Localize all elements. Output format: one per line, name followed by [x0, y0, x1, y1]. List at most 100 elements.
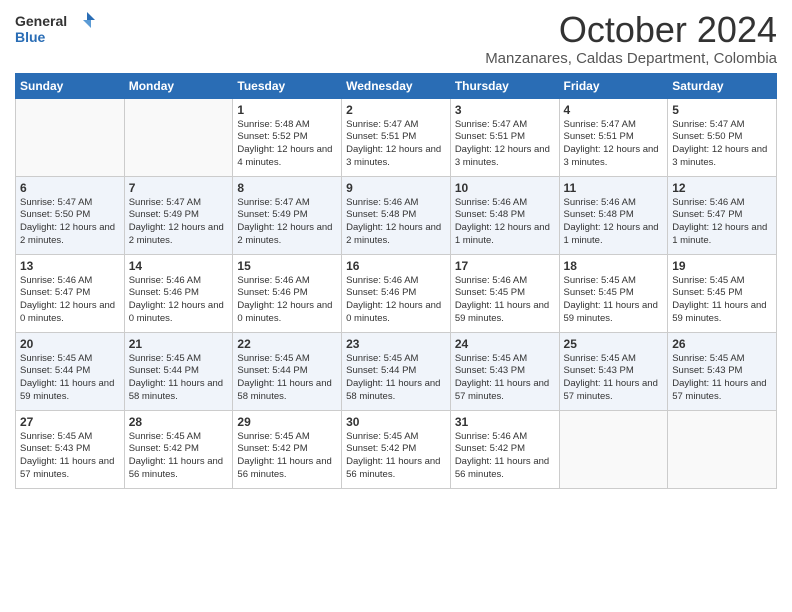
day-info-19: Sunrise: 5:45 AM Sunset: 5:45 PM Dayligh…: [672, 275, 772, 326]
day-info-18: Sunrise: 5:45 AM Sunset: 5:45 PM Dayligh…: [564, 275, 664, 326]
logo-general-text: General: [15, 13, 67, 29]
cell-2-3: 16 Sunrise: 5:46 AM Sunset: 5:46 PM Dayli…: [342, 254, 451, 332]
day-number-2: 2: [346, 103, 446, 117]
cell-1-5: 11Sunrise: 5:46 AM Sunset: 5:48 PM Dayli…: [559, 176, 668, 254]
day-info-5: Sunrise: 5:47 AM Sunset: 5:50 PM Dayligh…: [672, 119, 772, 170]
header-saturday: Saturday: [668, 73, 777, 98]
cell-1-6: 12 Sunrise: 5:46 AM Sunset: 5:47 PM Dayli…: [668, 176, 777, 254]
cell-3-0: 20 Sunrise: 5:45 AM Sunset: 5:44 PM Dayli…: [16, 332, 125, 410]
day-info-15: Sunrise: 5:46 AM Sunset: 5:46 PM Dayligh…: [237, 275, 337, 326]
day-info-8: Sunrise: 5:47 AM Sunset: 5:49 PM Dayligh…: [237, 197, 337, 248]
header-thursday: Thursday: [450, 73, 559, 98]
day-number-14: 14: [129, 259, 229, 273]
cell-0-4: 3 Sunrise: 5:47 AM Sunset: 5:51 PM Daylig…: [450, 98, 559, 176]
cell-4-0: 27 Sunrise: 5:45 AM Sunset: 5:43 PM Dayli…: [16, 410, 125, 488]
cell-3-3: 23 Sunrise: 5:45 AM Sunset: 5:44 PM Dayli…: [342, 332, 451, 410]
week-row-2: 6 Sunrise: 5:47 AM Sunset: 5:50 PM Daylig…: [16, 176, 777, 254]
day-number-29: 29: [237, 415, 337, 429]
cell-3-1: 21 Sunrise: 5:45 AM Sunset: 5:44 PM Dayli…: [124, 332, 233, 410]
cell-4-2: 29 Sunrise: 5:45 AM Sunset: 5:42 PM Dayli…: [233, 410, 342, 488]
day-info-9: Sunrise: 5:46 AM Sunset: 5:48 PM Dayligh…: [346, 197, 446, 248]
cell-1-2: 8 Sunrise: 5:47 AM Sunset: 5:49 PM Daylig…: [233, 176, 342, 254]
day-info-12: Sunrise: 5:46 AM Sunset: 5:47 PM Dayligh…: [672, 197, 772, 248]
cell-1-3: 9 Sunrise: 5:46 AM Sunset: 5:48 PM Daylig…: [342, 176, 451, 254]
day-info-31: Sunrise: 5:46 AM Sunset: 5:42 PM Dayligh…: [455, 431, 555, 482]
day-number-26: 26: [672, 337, 772, 351]
day-number-22: 22: [237, 337, 337, 351]
day-number-17: 17: [455, 259, 555, 273]
week-row-3: 13Sunrise: 5:46 AM Sunset: 5:47 PM Dayli…: [16, 254, 777, 332]
cell-4-5: [559, 410, 668, 488]
day-info-29: Sunrise: 5:45 AM Sunset: 5:42 PM Dayligh…: [237, 431, 337, 482]
cell-0-5: 4 Sunrise: 5:47 AM Sunset: 5:51 PM Daylig…: [559, 98, 668, 176]
cell-0-3: 2Sunrise: 5:47 AM Sunset: 5:51 PM Daylig…: [342, 98, 451, 176]
cell-0-6: 5 Sunrise: 5:47 AM Sunset: 5:50 PM Daylig…: [668, 98, 777, 176]
day-info-20: Sunrise: 5:45 AM Sunset: 5:44 PM Dayligh…: [20, 353, 120, 404]
day-info-23: Sunrise: 5:45 AM Sunset: 5:44 PM Dayligh…: [346, 353, 446, 404]
day-info-27: Sunrise: 5:45 AM Sunset: 5:43 PM Dayligh…: [20, 431, 120, 482]
cell-4-1: 28Sunrise: 5:45 AM Sunset: 5:42 PM Dayli…: [124, 410, 233, 488]
cell-3-5: 25 Sunrise: 5:45 AM Sunset: 5:43 PM Dayli…: [559, 332, 668, 410]
day-number-12: 12: [672, 181, 772, 195]
day-number-25: 25: [564, 337, 664, 351]
cell-2-5: 18 Sunrise: 5:45 AM Sunset: 5:45 PM Dayli…: [559, 254, 668, 332]
week-row-1: 1 Sunrise: 5:48 AM Sunset: 5:52 PM Daylig…: [16, 98, 777, 176]
day-number-3: 3: [455, 103, 555, 117]
cell-2-1: 14 Sunrise: 5:46 AM Sunset: 5:46 PM Dayli…: [124, 254, 233, 332]
day-number-7: 7: [129, 181, 229, 195]
cell-0-2: 1 Sunrise: 5:48 AM Sunset: 5:52 PM Daylig…: [233, 98, 342, 176]
day-number-6: 6: [20, 181, 120, 195]
header-tuesday: Tuesday: [233, 73, 342, 98]
day-info-11: Sunrise: 5:46 AM Sunset: 5:48 PM Dayligh…: [564, 197, 664, 248]
day-number-9: 9: [346, 181, 446, 195]
day-info-24: Sunrise: 5:45 AM Sunset: 5:43 PM Dayligh…: [455, 353, 555, 404]
title-block: October 2024 Manzanares, Caldas Departme…: [485, 10, 777, 67]
logo-blue-text: Blue: [15, 29, 46, 45]
cell-0-0: [16, 98, 125, 176]
day-info-16: Sunrise: 5:46 AM Sunset: 5:46 PM Dayligh…: [346, 275, 446, 326]
cell-2-0: 13Sunrise: 5:46 AM Sunset: 5:47 PM Dayli…: [16, 254, 125, 332]
day-number-21: 21: [129, 337, 229, 351]
day-info-4: Sunrise: 5:47 AM Sunset: 5:51 PM Dayligh…: [564, 119, 664, 170]
cell-3-4: 24 Sunrise: 5:45 AM Sunset: 5:43 PM Dayli…: [450, 332, 559, 410]
calendar-table: SundayMondayTuesdayWednesdayThursdayFrid…: [15, 73, 777, 489]
day-info-7: Sunrise: 5:47 AM Sunset: 5:49 PM Dayligh…: [129, 197, 229, 248]
day-number-24: 24: [455, 337, 555, 351]
day-info-3: Sunrise: 5:47 AM Sunset: 5:51 PM Dayligh…: [455, 119, 555, 170]
day-number-28: 28: [129, 415, 229, 429]
day-info-10: Sunrise: 5:46 AM Sunset: 5:48 PM Dayligh…: [455, 197, 555, 248]
day-number-16: 16: [346, 259, 446, 273]
day-number-19: 19: [672, 259, 772, 273]
day-info-1: Sunrise: 5:48 AM Sunset: 5:52 PM Dayligh…: [237, 119, 337, 170]
day-info-25: Sunrise: 5:45 AM Sunset: 5:43 PM Dayligh…: [564, 353, 664, 404]
day-info-21: Sunrise: 5:45 AM Sunset: 5:44 PM Dayligh…: [129, 353, 229, 404]
day-number-18: 18: [564, 259, 664, 273]
cell-4-3: 30Sunrise: 5:45 AM Sunset: 5:42 PM Dayli…: [342, 410, 451, 488]
logo: General Blue: [15, 10, 95, 50]
day-number-8: 8: [237, 181, 337, 195]
day-number-15: 15: [237, 259, 337, 273]
day-info-6: Sunrise: 5:47 AM Sunset: 5:50 PM Dayligh…: [20, 197, 120, 248]
day-number-1: 1: [237, 103, 337, 117]
cell-4-4: 31Sunrise: 5:46 AM Sunset: 5:42 PM Dayli…: [450, 410, 559, 488]
header-sunday: Sunday: [16, 73, 125, 98]
day-number-5: 5: [672, 103, 772, 117]
cell-1-1: 7 Sunrise: 5:47 AM Sunset: 5:49 PM Daylig…: [124, 176, 233, 254]
cell-2-6: 19 Sunrise: 5:45 AM Sunset: 5:45 PM Dayli…: [668, 254, 777, 332]
location-subtitle: Manzanares, Caldas Department, Colombia: [485, 50, 777, 67]
cell-3-2: 22Sunrise: 5:45 AM Sunset: 5:44 PM Dayli…: [233, 332, 342, 410]
cell-2-4: 17Sunrise: 5:46 AM Sunset: 5:45 PM Dayli…: [450, 254, 559, 332]
cell-4-6: [668, 410, 777, 488]
day-number-27: 27: [20, 415, 120, 429]
day-number-20: 20: [20, 337, 120, 351]
cell-0-1: [124, 98, 233, 176]
day-number-23: 23: [346, 337, 446, 351]
logo-svg: General Blue: [15, 10, 95, 50]
calendar-header-row: SundayMondayTuesdayWednesdayThursdayFrid…: [16, 73, 777, 98]
day-info-14: Sunrise: 5:46 AM Sunset: 5:46 PM Dayligh…: [129, 275, 229, 326]
header-wednesday: Wednesday: [342, 73, 451, 98]
day-info-13: Sunrise: 5:46 AM Sunset: 5:47 PM Dayligh…: [20, 275, 120, 326]
day-info-26: Sunrise: 5:45 AM Sunset: 5:43 PM Dayligh…: [672, 353, 772, 404]
day-number-4: 4: [564, 103, 664, 117]
cell-3-6: 26 Sunrise: 5:45 AM Sunset: 5:43 PM Dayli…: [668, 332, 777, 410]
